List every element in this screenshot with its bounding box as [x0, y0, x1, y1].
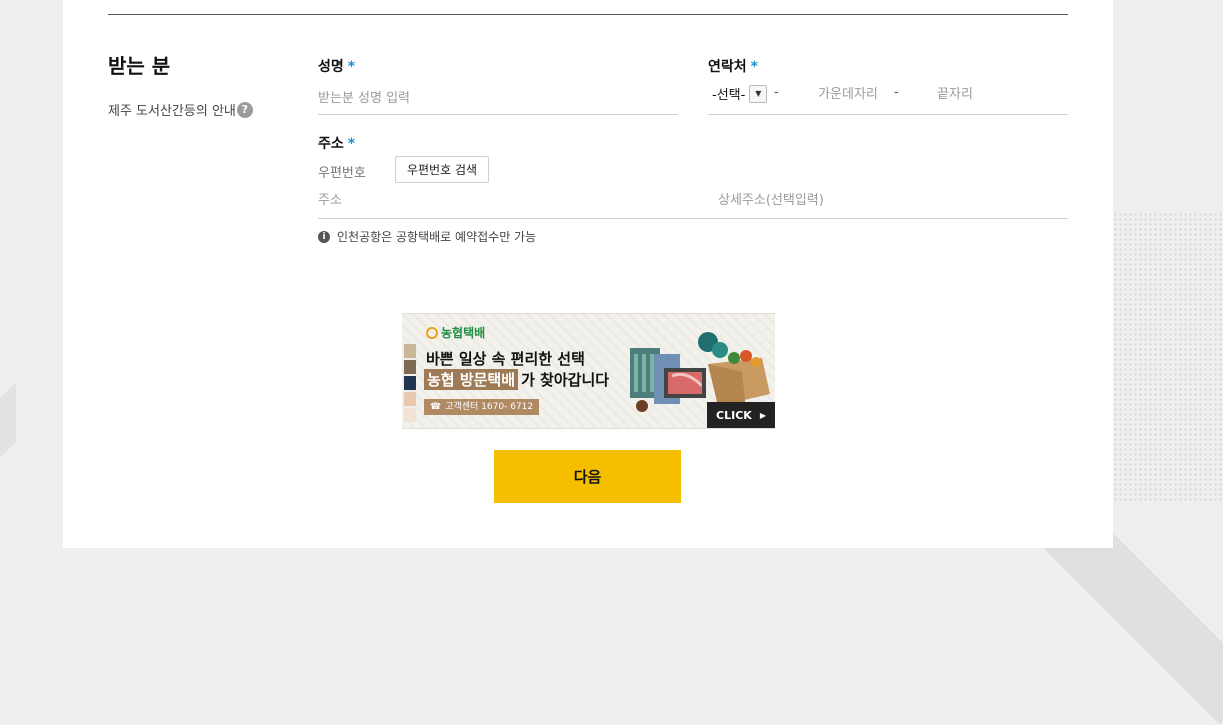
background-decoration-left — [0, 382, 16, 478]
phone-last-input[interactable] — [908, 82, 1002, 106]
next-button[interactable]: 다음 — [494, 450, 681, 503]
required-asterisk: * — [347, 59, 356, 75]
chevron-right-icon: ▶ — [759, 410, 766, 420]
address-input[interactable] — [318, 188, 698, 212]
nh-logo-mark-icon — [426, 326, 438, 339]
banner-call-center: ☎ 고객센터 1670- 6712 — [424, 399, 540, 415]
recipient-form-panel: 받는 분 제주 도서산간등의 안내 ? 성명* 연락처* -선택- ▼ - - … — [63, 0, 1113, 548]
phone-icon: ☎ — [430, 402, 442, 412]
banner-headline-1: 바쁜 일상 속 편리한 선택 — [426, 350, 585, 368]
banner-side-strip — [402, 342, 418, 428]
banner-click-label: CLICK — [716, 408, 752, 422]
name-label-text: 성명 — [318, 59, 344, 75]
background-dot-pattern — [1113, 212, 1223, 502]
question-mark-icon[interactable]: ? — [236, 101, 253, 118]
required-asterisk: * — [750, 59, 758, 75]
nh-parcel-banner[interactable]: 농협택배 바쁜 일상 속 편리한 선택 농협 방문택배 가 찾아갑니다 ☎ 고객… — [402, 313, 775, 429]
banner-highlight: 농협 방문택배 — [424, 369, 519, 390]
phone-middle-input[interactable] — [788, 82, 908, 106]
info-icon: i — [318, 230, 330, 243]
phone-number-row: -선택- ▼ - - — [708, 82, 1068, 115]
banner-click-button[interactable]: CLICK ▶ — [707, 402, 775, 428]
address-label: 주소 * — [318, 133, 355, 153]
nh-logo-text: 농협택배 — [441, 326, 486, 340]
contact-label-text: 연락처 — [708, 59, 747, 75]
call-center-text: 고객센터 1670- 6712 — [445, 402, 534, 412]
jeju-remote-area-info-link[interactable]: 제주 도서산간등의 안내 ? — [108, 100, 253, 119]
section-divider — [108, 14, 1068, 15]
notice-text: 인천공항은 공항택배로 예약접수만 가능 — [337, 230, 537, 244]
recipient-name-input[interactable] — [318, 82, 678, 115]
incheon-airport-notice: i 인천공항은 공항택배로 예약접수만 가능 — [318, 228, 536, 245]
name-label: 성명 * — [318, 56, 355, 76]
jeju-note-text: 제주 도서산간등의 안내 — [108, 104, 236, 119]
banner-headline-2-rest: 가 찾아갑니다 — [521, 371, 610, 389]
address-row — [318, 184, 1068, 219]
phone-dash: - — [774, 85, 779, 100]
address-detail-input[interactable] — [718, 188, 1058, 212]
phone-dash: - — [894, 85, 899, 100]
banner-headline-2: 농협 방문택배 가 찾아갑니다 — [424, 369, 609, 390]
section-title: 받는 분 — [108, 54, 171, 78]
address-label-text: 주소 — [318, 136, 344, 152]
phone-prefix-value: -선택- — [712, 88, 746, 103]
zipcode-label: 우편번호 — [318, 166, 366, 181]
required-asterisk: * — [347, 136, 356, 152]
contact-label: 연락처 * — [708, 56, 758, 76]
phone-prefix-select[interactable]: -선택- ▼ — [712, 84, 768, 103]
nh-logo: 농협택배 — [426, 324, 485, 341]
chevron-down-icon[interactable]: ▼ — [749, 84, 768, 103]
zipcode-search-button[interactable]: 우편번호 검색 — [395, 156, 489, 183]
